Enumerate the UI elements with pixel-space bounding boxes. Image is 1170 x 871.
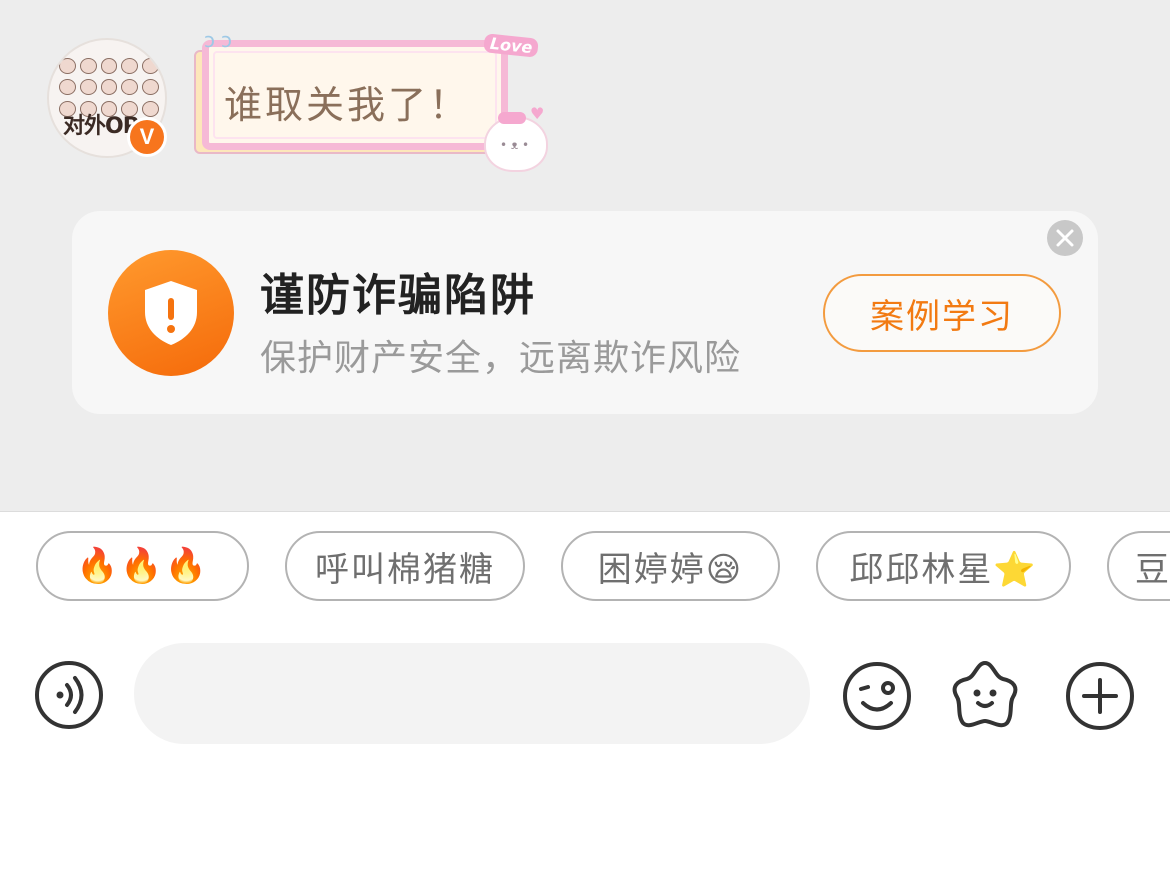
chat-area: 对外OP V ↄↄ Love 谁取关我了！ ♥ • ᴥ • 谨防诈骗陷阱 保护财… xyxy=(0,0,1170,511)
sticker-icon[interactable] xyxy=(947,657,1023,733)
quick-reply-chip[interactable]: 呼叫棉猪糖 xyxy=(285,531,525,601)
message-text: 谁取关我了！ xyxy=(224,83,471,127)
message-bubble[interactable]: ↄↄ Love 谁取关我了！ ♥ • ᴥ • xyxy=(194,28,548,172)
divider xyxy=(0,511,1170,512)
verified-badge: V xyxy=(127,117,167,157)
quick-reply-chip[interactable]: 困婷婷😪 xyxy=(561,531,780,601)
emoji-icon[interactable] xyxy=(841,660,913,732)
card-subtitle: 保护财产安全，远离欺诈风险 xyxy=(260,338,742,379)
plus-icon[interactable] xyxy=(1064,660,1136,732)
close-icon[interactable] xyxy=(1047,220,1083,256)
quick-reply-chip[interactable]: 🔥🔥🔥 xyxy=(36,531,249,601)
quick-reply-bar: 🔥🔥🔥 呼叫棉猪糖 困婷婷😪 邱邱林星⭐ 豆 xyxy=(0,531,1170,603)
message-input[interactable] xyxy=(134,643,810,744)
shield-alert-icon xyxy=(108,250,234,376)
input-bar xyxy=(0,630,1170,760)
case-study-button[interactable]: 案例学习 xyxy=(823,274,1061,352)
bunny-sticker-icon: • ᴥ • xyxy=(484,112,548,172)
voice-icon[interactable] xyxy=(34,660,104,730)
fraud-warning-card: 谨防诈骗陷阱 保护财产安全，远离欺诈风险 案例学习 xyxy=(72,211,1098,414)
card-title: 谨防诈骗陷阱 xyxy=(260,270,536,321)
binder-rings-icon: ↄↄ xyxy=(204,28,238,52)
quick-reply-chip[interactable]: 豆 xyxy=(1107,531,1170,601)
quick-reply-chip[interactable]: 邱邱林星⭐ xyxy=(816,531,1071,601)
verified-icon: V xyxy=(130,120,164,154)
